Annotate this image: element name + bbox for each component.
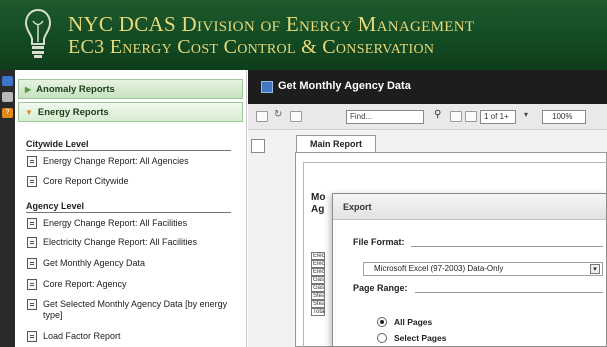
zoom-select[interactable]: 100% [542,110,586,124]
triangle-right-icon: ▶ [25,84,32,94]
report-row-label: Elec [311,260,325,268]
report-item[interactable]: Electricity Change Report: All Facilitie… [27,237,242,248]
accordion-label: Energy Reports [37,106,109,118]
document-icon [27,176,37,187]
reports-sidebar: ▶ Anomaly Reports ▼ Energy Reports Cityw… [15,70,247,347]
section-heading-citywide: Citywide Level [26,139,231,151]
first-page-icon[interactable] [450,111,462,122]
group-tree-icon[interactable] [251,139,265,153]
find-input[interactable]: Find... [346,110,424,124]
binoculars-icon[interactable]: ⚲ [434,109,446,120]
document-icon [27,156,37,167]
report-row-label: Stea [311,292,325,300]
lightbulb-logo-icon [24,8,52,58]
app-header: NYC DCAS Division of Energy Management E… [0,0,607,70]
accordion-energy-reports[interactable]: ▼ Energy Reports [18,102,243,122]
document-icon [27,237,37,248]
section-heading-agency: Agency Level [26,201,231,213]
previous-page-icon[interactable] [465,111,477,122]
users-icon[interactable] [2,92,13,102]
accordion-anomaly-reports[interactable]: ▶ Anomaly Reports [18,79,243,99]
export-dialog: Export File Format: Microsoft Excel (97-… [332,193,607,347]
divider [411,246,603,247]
report-row-label: Elec [311,252,325,260]
report-item[interactable]: Core Report: Agency [27,279,242,290]
document-icon [27,279,37,290]
print-icon[interactable] [256,111,268,122]
report-item[interactable]: Get Selected Monthly Agency Data [by ene… [27,299,242,321]
document-icon [27,258,37,269]
report-row-label: Stea [311,300,325,308]
page-range-label: Page Range: [353,283,408,293]
report-row-label: Tota [311,308,325,316]
report-icon [261,81,273,93]
chevron-down-icon[interactable]: ▾ [590,264,600,274]
report-row-label: Elec [311,268,325,276]
help-icon[interactable]: ? [2,108,13,118]
report-item[interactable]: Energy Change Report: All Facilities [27,218,242,229]
accordion-label: Anomaly Reports [36,83,115,95]
left-icon-strip: ? [0,70,15,347]
file-format-label: File Format: [353,237,405,247]
document-icon [27,299,37,310]
radio-select-pages[interactable]: Select Pages [377,333,446,343]
dialog-title: Export [333,194,606,220]
radio-button[interactable] [377,333,387,343]
report-item[interactable]: Core Report Citywide [27,176,242,187]
divider [415,292,603,293]
report-title-partial: Mo Ag [311,192,326,215]
header-title-line1: NYC DCAS Division of Energy Management [68,12,475,36]
triangle-down-icon: ▼ [25,107,33,117]
report-item[interactable]: Get Monthly Agency Data [27,258,242,269]
blue-square-icon[interactable] [2,76,13,86]
page-indicator[interactable]: 1 of 1+ [480,110,516,124]
document-icon [27,218,37,229]
refresh-icon[interactable]: ↻ [274,109,286,120]
header-title-line2: EC3 Energy Cost Control & Conservation [68,36,435,58]
export-icon[interactable] [290,111,302,122]
radio-button[interactable] [377,317,387,327]
report-row-label: Gas [311,284,325,292]
file-format-select[interactable]: Microsoft Excel (97-2003) Data-Only ▾ [363,262,603,276]
document-icon [27,331,37,342]
report-item[interactable]: Load Factor Report [27,331,242,342]
radio-all-pages[interactable]: All Pages [377,317,432,327]
page-title: Get Monthly Agency Data [278,80,411,92]
viewer-title-bar: Get Monthly Agency Data [248,70,607,104]
viewer-toolbar: ↻ Find... ⚲ 1 of 1+ ▾ 100% [248,104,607,130]
report-item[interactable]: Energy Change Report: All Agencies [27,156,242,167]
report-row-label: Gas [311,276,325,284]
chevron-down-icon[interactable]: ▾ [524,110,536,121]
tab-main-report[interactable]: Main Report [296,135,376,153]
